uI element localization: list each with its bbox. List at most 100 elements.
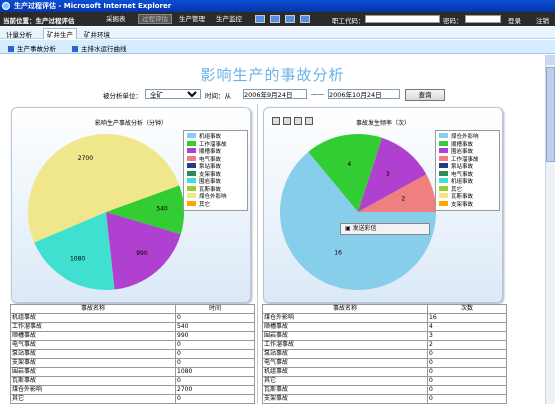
subnav-drainage-curve-label: 主排水运行曲线 bbox=[81, 45, 127, 53]
left-pie-chart: 540 990 1080 2700 bbox=[28, 134, 184, 290]
cell-name: 电气事故 bbox=[262, 358, 428, 368]
sub-nav: 生产事故分析 主排水运行曲线 bbox=[0, 40, 555, 54]
cell-value: 540 bbox=[175, 322, 255, 332]
page-title: 影响生产的事故分析 bbox=[200, 66, 345, 84]
toolbar-button-production-mgmt[interactable]: 生产管理 bbox=[176, 14, 208, 24]
legend-swatch bbox=[187, 170, 196, 176]
legend-item: 支架事故 bbox=[439, 200, 496, 209]
legend-item: 机组事故 bbox=[439, 178, 496, 186]
toolbar-button-process-eval[interactable]: 过程评估 bbox=[138, 14, 172, 24]
legend-item: 泵站事故 bbox=[439, 163, 496, 171]
vertical-scrollbar[interactable] bbox=[545, 55, 555, 404]
cell-name: 工作溜事故 bbox=[10, 322, 176, 332]
legend-item: 其它 bbox=[439, 185, 496, 194]
legend-label: 泵站事故 bbox=[451, 164, 474, 170]
legend-swatch bbox=[439, 163, 448, 168]
window-title: 生产过程评估 - Microsoft Internet Explorer bbox=[14, 2, 172, 10]
table-header-name: 事故名称 bbox=[10, 304, 176, 314]
table-row: 工作溜事故 540 bbox=[10, 322, 255, 332]
employee-code-input[interactable] bbox=[365, 15, 440, 23]
pie-slice-label: 16 bbox=[334, 249, 342, 256]
logout-button[interactable]: 注销 bbox=[536, 15, 549, 25]
internet-explorer-icon bbox=[2, 2, 10, 10]
table-row: 煤仓外影响 2700 bbox=[10, 385, 255, 395]
scroll-up-icon[interactable] bbox=[546, 55, 555, 65]
employee-code-label: 职工代码： bbox=[332, 17, 365, 25]
pie-slice-label: 2 bbox=[401, 195, 405, 202]
legend-item: 顺槽事故 bbox=[439, 140, 496, 149]
cell-name: 瓦斯事故 bbox=[262, 385, 428, 395]
table-row: 其它 0 bbox=[10, 394, 255, 404]
cell-value: 2 bbox=[427, 340, 507, 350]
pie-slice-label: 1080 bbox=[70, 255, 85, 262]
tab-mine-environment[interactable]: 矿井环境 bbox=[84, 29, 110, 39]
left-chart-panel: 影响生产事故分析（分钟） 540 990 1080 2700 机组事故 工作溜事故 顺槽事… bbox=[11, 107, 251, 303]
left-chart-legend: 机组事故 工作溜事故 顺槽事故 电气事故 泵站事故 支架事故 围岩事故 瓦斯事故 煤仓外影响 其它 bbox=[183, 130, 248, 211]
login-button[interactable]: 登录 bbox=[508, 15, 521, 25]
legend-swatch bbox=[439, 155, 448, 161]
right-chart-title: 事故发生频率（次） bbox=[355, 120, 410, 127]
table-row: 支架事故 0 bbox=[262, 394, 507, 404]
password-input[interactable] bbox=[465, 15, 501, 23]
subnav-accident-analysis[interactable]: 生产事故分析 bbox=[8, 43, 56, 53]
legend-item: 机组事故 bbox=[187, 133, 244, 141]
legend-label: 机组事故 bbox=[199, 134, 222, 140]
legend-item: 电气事故 bbox=[439, 170, 496, 179]
from-date-input[interactable] bbox=[243, 89, 307, 99]
window-layout-icon[interactable] bbox=[285, 15, 295, 23]
legend-item: 煤仓外影响 bbox=[187, 193, 244, 201]
left-chart-title: 影响生产事故分析（分钟） bbox=[94, 120, 167, 127]
table-row: 工作溜事故 2 bbox=[262, 340, 507, 350]
tab-mine-production[interactable]: 矿井生产 bbox=[43, 28, 77, 39]
legend-label: 煤仓外影响 bbox=[451, 134, 479, 140]
to-date-input[interactable] bbox=[328, 89, 400, 99]
legend-label: 电气事故 bbox=[199, 156, 222, 163]
send-mms-label[interactable]: 发送彩信 bbox=[353, 225, 377, 232]
cell-name: 其它 bbox=[10, 394, 176, 404]
legend-label: 瓦斯事故 bbox=[199, 186, 222, 193]
window-layout-icon[interactable] bbox=[255, 15, 265, 23]
legend-label: 围岩事故 bbox=[451, 149, 474, 155]
left-data-table: 事故名称 时间 机组事故 0 工作溜事故 540 顺槽事故 990 电气事故 0 泵站事故 0 支架… bbox=[10, 304, 255, 404]
legend-swatch bbox=[187, 148, 196, 153]
legend-item: 围岩事故 bbox=[187, 178, 244, 186]
time-label: 时间：从 bbox=[205, 92, 231, 100]
legend-label: 工作溜事故 bbox=[199, 141, 227, 148]
send-mms-popup[interactable]: ▣ 发送彩信 bbox=[340, 223, 430, 235]
toolbar-button-production-monitor[interactable]: 生产监控 bbox=[213, 14, 245, 24]
toolbar-button-caijue[interactable]: 采掘表 bbox=[103, 14, 129, 24]
query-button[interactable]: 查询 bbox=[405, 89, 445, 101]
unit-select[interactable]: 全矿 bbox=[145, 89, 201, 99]
window-layout-icon[interactable] bbox=[270, 15, 280, 23]
cell-name: 机组事故 bbox=[10, 313, 176, 323]
tab-metering-analysis[interactable]: 计量分析 bbox=[6, 29, 32, 39]
scrollbar-thumb[interactable] bbox=[546, 67, 555, 162]
unit-label: 被分析单位： bbox=[103, 92, 142, 100]
cell-value: 0 bbox=[175, 358, 255, 368]
legend-item: 围岩事故 bbox=[439, 148, 496, 156]
subnav-drainage-curve[interactable]: 主排水运行曲线 bbox=[72, 43, 127, 53]
legend-swatch bbox=[187, 140, 196, 146]
cell-name: 工作溜事故 bbox=[262, 340, 428, 350]
table-row: 机组事故 0 bbox=[262, 367, 507, 377]
cell-name: 机组事故 bbox=[262, 367, 428, 377]
cell-value: 2700 bbox=[175, 385, 255, 395]
column-divider bbox=[257, 104, 258, 404]
cell-name: 泵站事故 bbox=[10, 349, 176, 359]
cell-name: 支架事故 bbox=[262, 394, 428, 404]
cell-value: 16 bbox=[427, 313, 507, 323]
legend-label: 支架事故 bbox=[451, 201, 474, 208]
table-row: 瓦斯事故 0 bbox=[262, 385, 507, 395]
right-data-table: 事故名称 次数 煤仓外影响 16 顺槽事故 4 围岩事故 3 工作溜事故 2 泵站事故 0 电气事故… bbox=[262, 304, 507, 404]
legend-label: 机组事故 bbox=[451, 179, 474, 185]
cell-value: 0 bbox=[175, 340, 255, 350]
cell-value: 0 bbox=[427, 394, 507, 404]
pie-slice-label: 540 bbox=[156, 205, 168, 212]
cell-name: 顺槽事故 bbox=[10, 331, 176, 341]
table-row: 支架事故 0 bbox=[10, 358, 255, 368]
table-row: 围岩事故 1080 bbox=[10, 367, 255, 377]
right-chart-panel: 事故发生频率（次） 16 4 3 2 煤仓外影响 顺槽事故 围岩事故 工作溜事故 泵站事故 电气… bbox=[263, 107, 503, 303]
legend-item: 其它 bbox=[187, 200, 244, 209]
window-layout-icon[interactable] bbox=[300, 15, 310, 23]
legend-swatch bbox=[439, 200, 448, 206]
